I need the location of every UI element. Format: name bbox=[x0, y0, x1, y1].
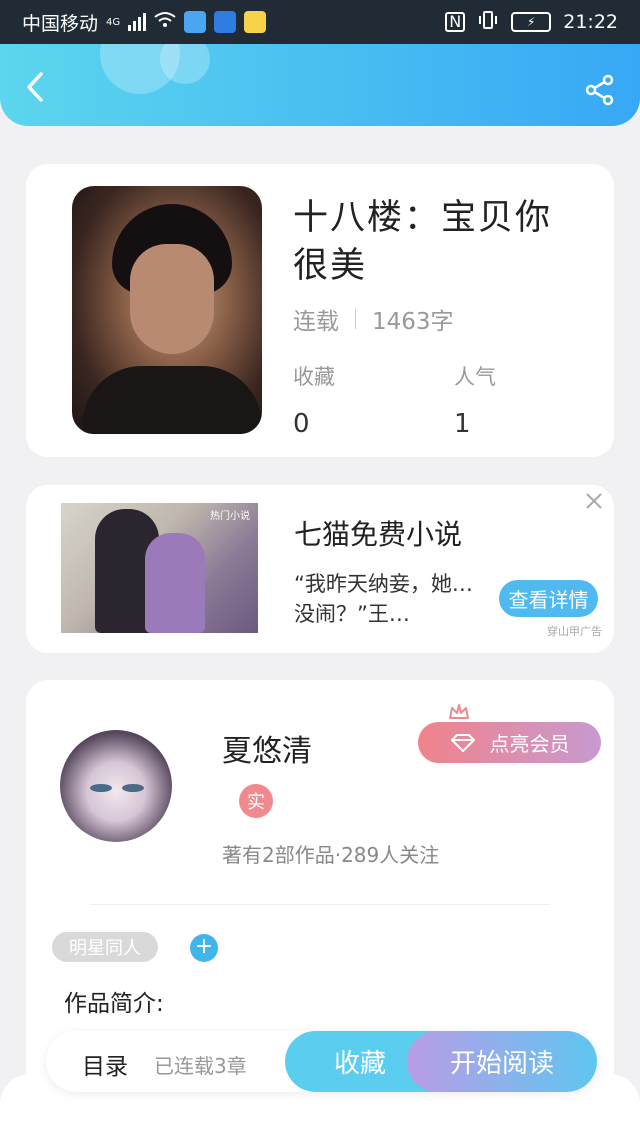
add-tag-button[interactable]: + bbox=[190, 934, 218, 962]
ad-image-tag: 热门小说 bbox=[210, 511, 250, 522]
back-button[interactable] bbox=[20, 70, 50, 104]
genre-tag[interactable]: 明星同人 bbox=[52, 932, 158, 962]
bottom-action-bar: 目录 已连载3章 收藏 开始阅读 bbox=[46, 1031, 597, 1092]
top-header bbox=[0, 44, 640, 126]
book-cover-image[interactable] bbox=[72, 186, 262, 434]
ad-image[interactable]: 热门小说 bbox=[61, 503, 258, 633]
vip-button-label: 点亮会员 bbox=[489, 732, 570, 756]
divider bbox=[355, 309, 356, 329]
share-icon bbox=[585, 74, 614, 106]
favorites-label: 收藏 bbox=[293, 365, 335, 389]
favorites-value: 0 bbox=[293, 409, 310, 439]
book-info-card: 十八楼：宝贝你很美 连载 1463字 收藏 0 人气 1 bbox=[26, 164, 614, 457]
book-status: 连载 bbox=[293, 309, 339, 335]
ad-card[interactable]: 热门小说 七猫免费小说 “我昨天纳妾，她…没闹？”王… 查看详情 穿山甲广告 bbox=[26, 485, 614, 653]
vibrate-icon bbox=[477, 10, 499, 35]
popularity-stat: 人气 1 bbox=[454, 361, 496, 439]
author-avatar[interactable] bbox=[60, 730, 172, 842]
clock: 21:22 bbox=[563, 11, 618, 33]
wifi-icon bbox=[154, 11, 176, 34]
popularity-label: 人气 bbox=[454, 365, 496, 389]
diamond-icon bbox=[450, 733, 475, 752]
ad-source-label: 穿山甲广告 bbox=[547, 625, 602, 638]
battery-icon: ⚡ bbox=[511, 12, 552, 32]
share-button[interactable] bbox=[584, 74, 616, 106]
author-meta: 著有2部作品·289人关注 bbox=[222, 843, 440, 867]
chevron-left-icon bbox=[27, 72, 43, 102]
app-notification-icon bbox=[244, 11, 267, 33]
ad-description: “我昨天纳妾，她…没闹？”王… bbox=[294, 572, 473, 626]
close-icon bbox=[586, 493, 602, 509]
ad-details-button[interactable]: 查看详情 bbox=[499, 580, 598, 617]
vip-button[interactable]: 点亮会员 bbox=[418, 722, 601, 763]
crown-icon bbox=[449, 704, 469, 719]
network-label: 4G bbox=[106, 16, 121, 28]
nfc-icon: N bbox=[445, 12, 466, 32]
app-notification-icon bbox=[184, 11, 207, 33]
status-bar: 中国移动 4G N ⚡ 21:22 bbox=[0, 0, 640, 44]
intro-label: 作品简介: bbox=[64, 991, 164, 1017]
divider bbox=[90, 904, 550, 905]
toc-button[interactable]: 目录 bbox=[82, 1047, 128, 1081]
app-notification-icon bbox=[214, 11, 237, 33]
book-title: 十八楼：宝贝你很美 bbox=[293, 198, 553, 286]
favorites-stat: 收藏 0 bbox=[293, 361, 335, 439]
verified-badge: 实 bbox=[239, 784, 273, 818]
popularity-value: 1 bbox=[454, 409, 471, 439]
start-reading-button[interactable]: 开始阅读 bbox=[407, 1031, 597, 1092]
book-meta: 连载 1463字 bbox=[293, 302, 454, 336]
signal-icon bbox=[128, 13, 147, 31]
author-name[interactable]: 夏悠清 bbox=[222, 726, 312, 770]
book-word-count: 1463字 bbox=[372, 309, 454, 335]
carrier-label: 中国移动 bbox=[22, 12, 99, 35]
ad-title: 七猫免费小说 bbox=[294, 518, 463, 551]
ad-close-button[interactable] bbox=[584, 491, 604, 511]
chapter-count: 已连载3章 bbox=[154, 1054, 247, 1078]
